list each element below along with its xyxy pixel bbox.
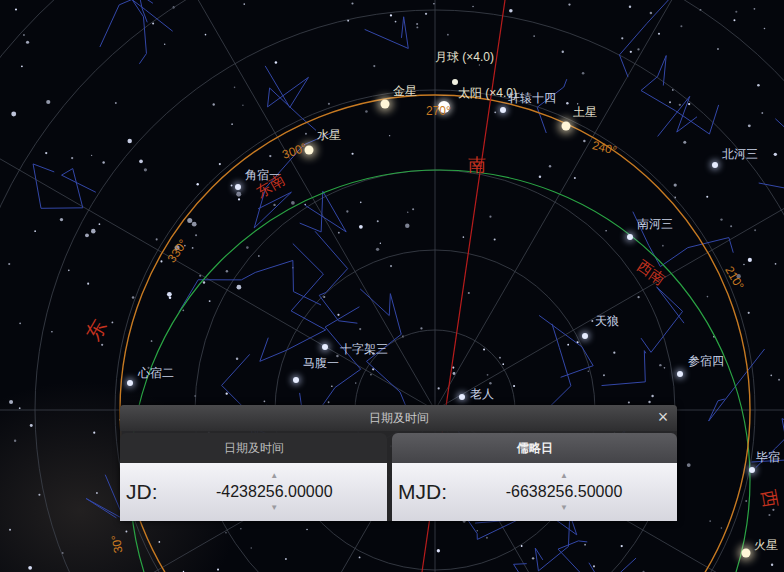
sky-object-icon[interactable] <box>459 394 465 400</box>
dialog-panel: 日期及时间 JD: ▲-4238256.00000▼ <box>120 433 387 521</box>
field-row: JD: ▲-4238256.00000▼ <box>120 463 387 521</box>
sky-object-icon[interactable] <box>293 377 299 383</box>
sky-object-label: 南河三 <box>637 217 673 231</box>
sky-object-label: 老人 <box>470 387 494 401</box>
sky-object-label: 毕宿 <box>756 450 780 464</box>
sky-object-icon[interactable] <box>627 234 633 240</box>
sky-object-icon[interactable] <box>742 549 751 558</box>
sky-object-icon[interactable] <box>452 79 458 85</box>
azimuth-label: 30° <box>110 534 125 554</box>
spin-down-button[interactable]: ▼ <box>270 503 278 513</box>
stellarium-window: 金星月球 (×4.0)太阳 (×4.0)轩辕十四土星水星角宿一北河三南河三天狼参… <box>0 0 784 572</box>
field-row: MJD: ▲-6638256.50000▼ <box>392 463 677 521</box>
azimuth-label: 270° <box>426 105 451 117</box>
sky-object-label: 参宿四 <box>688 354 724 368</box>
dialog-panel: 儒略日 MJD: ▲-6638256.50000▼ <box>392 433 677 521</box>
date-time-dialog[interactable]: 日期及时间×日期及时间JD:▲-4238256.00000▼儒略日MJD:▲-6… <box>120 405 677 521</box>
sky-object-label: 天狼 <box>595 314 619 328</box>
spin-down-button[interactable]: ▼ <box>560 503 568 513</box>
azimuth-label: 240° <box>591 139 618 157</box>
sky-object-icon[interactable] <box>582 333 588 339</box>
spin-box[interactable]: ▲-6638256.50000▼ <box>457 471 671 513</box>
dialog-body: 日期及时间JD:▲-4238256.00000▼儒略日MJD:▲-6638256… <box>120 431 677 521</box>
sky-object-label: 马腹一 <box>303 356 339 370</box>
sky-object-icon[interactable] <box>712 162 718 168</box>
field-label: JD: <box>126 476 158 508</box>
sky-object-icon[interactable] <box>500 107 506 113</box>
sky-object-label: 月球 (×4.0) <box>435 50 494 64</box>
sky-object-label: 十字架三 <box>340 342 388 356</box>
dialog-title-bar[interactable]: 日期及时间 × <box>120 405 677 431</box>
sky-object-icon[interactable] <box>235 184 241 190</box>
sky-object-label: 金星 <box>393 84 417 98</box>
sky-object-label: 水星 <box>317 128 341 142</box>
spin-up-button[interactable]: ▲ <box>560 471 568 481</box>
sky-object-label: 心宿二 <box>138 366 174 380</box>
cardinal-label: 东 <box>82 316 109 343</box>
cardinal-label: 西 <box>759 489 780 510</box>
dialog-title: 日期及时间 <box>369 409 429 427</box>
panel-tab[interactable]: 日期及时间 <box>120 433 387 463</box>
sky-object-label: 北河三 <box>722 147 758 161</box>
sky-object-label: 土星 <box>573 105 597 119</box>
sky-object-icon[interactable] <box>322 344 328 350</box>
field-value[interactable]: -4238256.00000 <box>216 481 333 503</box>
sky-object-icon[interactable] <box>562 122 571 131</box>
panel-tab[interactable]: 儒略日 <box>392 433 677 463</box>
field-value[interactable]: -6638256.50000 <box>506 481 623 503</box>
sky-object-icon[interactable] <box>749 467 755 473</box>
sky-object-icon[interactable] <box>677 371 683 377</box>
cardinal-label: 南 <box>468 156 486 174</box>
sky-object-icon[interactable] <box>127 380 133 386</box>
sky-object-label: 轩辕十四 <box>508 91 556 105</box>
azimuth-label: 300° <box>281 141 308 161</box>
close-button[interactable]: × <box>653 407 673 427</box>
field-label: MJD: <box>398 476 447 508</box>
spin-up-button[interactable]: ▲ <box>270 471 278 481</box>
sky-object-label: 火星 <box>754 538 778 552</box>
spin-box[interactable]: ▲-4238256.00000▼ <box>168 471 382 513</box>
sky-object-icon[interactable] <box>381 100 390 109</box>
cardinal-label: 西南 <box>634 258 667 287</box>
azimuth-label: 210° <box>723 264 746 292</box>
